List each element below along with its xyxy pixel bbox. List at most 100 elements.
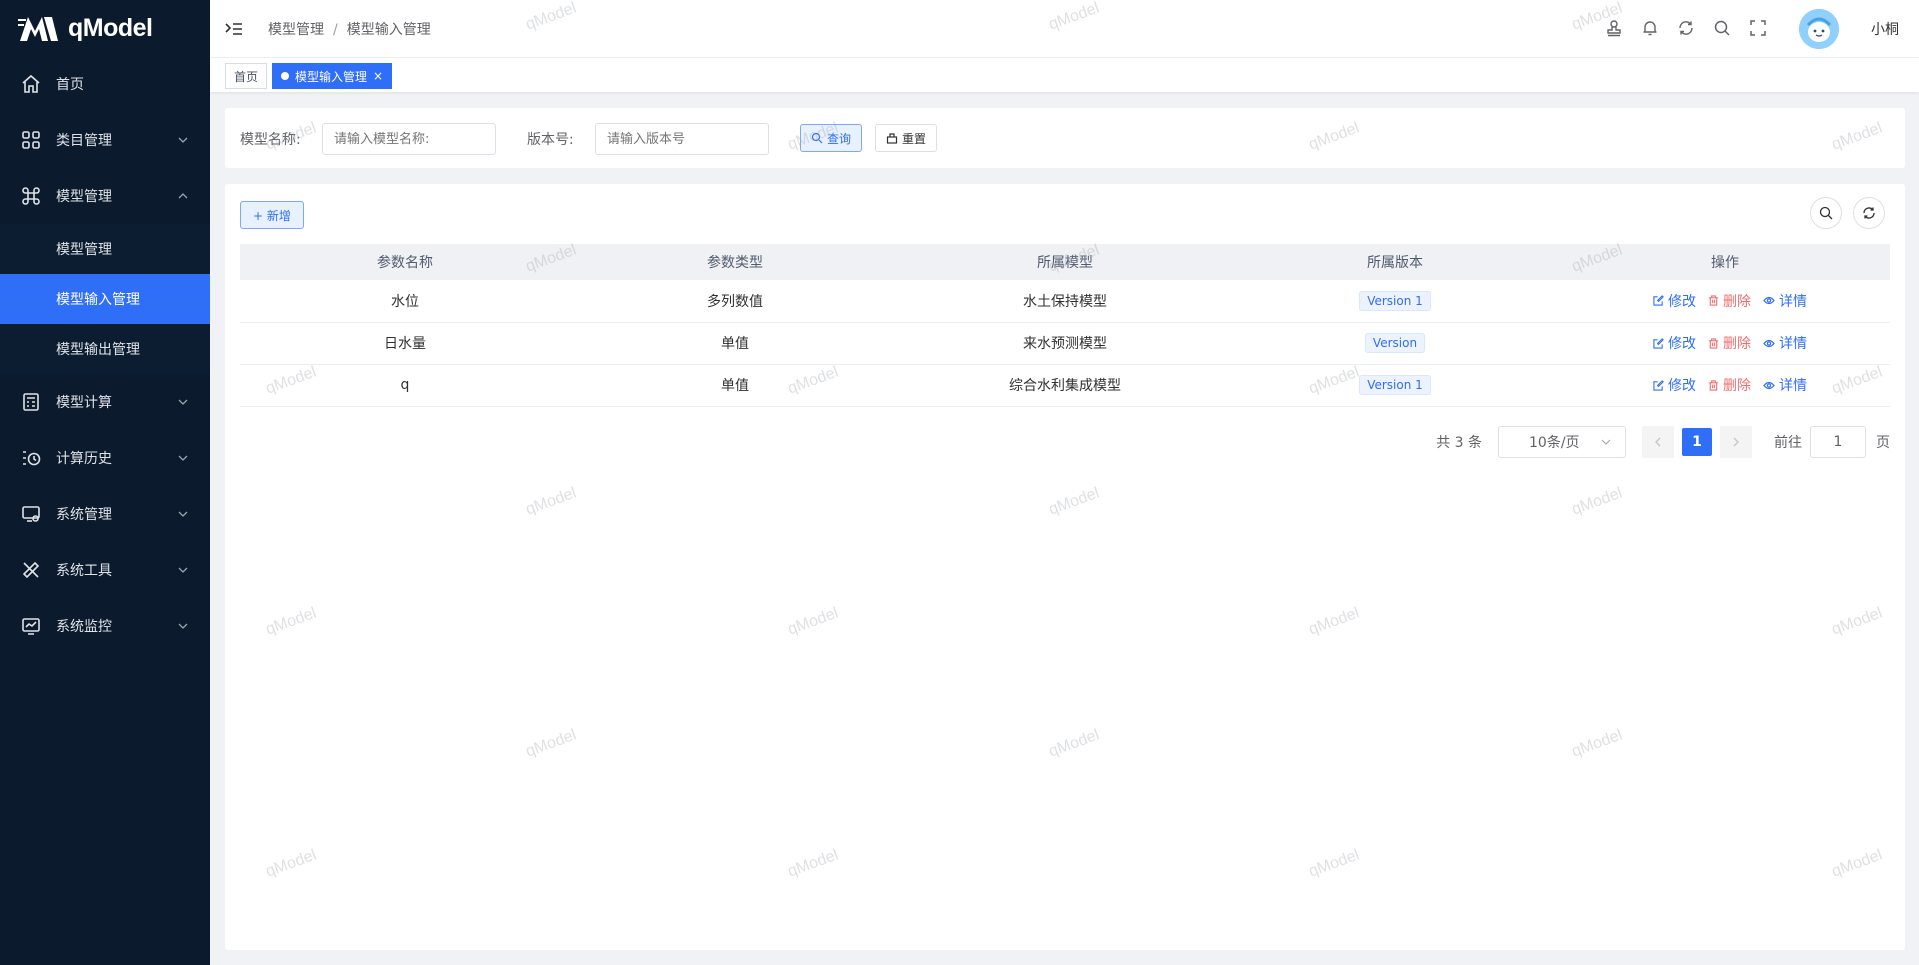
calculator-icon <box>20 391 42 413</box>
cell-type: 多列数值 <box>570 280 900 323</box>
refresh-icon[interactable] <box>1675 17 1697 39</box>
version-input[interactable] <box>595 123 769 155</box>
sidebar-item-label: 类目管理 <box>56 133 112 149</box>
detail-button[interactable]: 详情 <box>1763 375 1807 395</box>
query-button[interactable]: 查询 <box>800 124 863 152</box>
delete-button[interactable]: 删除 <box>1708 291 1751 311</box>
sidebar-item-tools[interactable]: 系统工具 <box>0 542 210 598</box>
search-icon <box>811 132 823 144</box>
page-number-current[interactable]: 1 <box>1682 428 1712 456</box>
sidebar-item-monitor[interactable]: 系统监控 <box>0 598 210 654</box>
active-dot-icon <box>281 72 289 80</box>
delete-button[interactable]: 删除 <box>1708 333 1751 353</box>
avatar[interactable] <box>1799 9 1839 49</box>
prev-page-button[interactable] <box>1642 426 1674 458</box>
model-name-input[interactable] <box>322 123 496 155</box>
edit-button[interactable]: 修改 <box>1653 375 1696 395</box>
sidebar-item-category[interactable]: 类目管理 <box>0 112 210 168</box>
tag-home[interactable]: 首页 <box>225 63 268 89</box>
delete-label: 删除 <box>1723 293 1751 310</box>
close-icon[interactable]: × <box>373 69 383 83</box>
table-header-row: 参数名称 参数类型 所属模型 所属版本 操作 <box>240 244 1890 280</box>
edit-button[interactable]: 修改 <box>1653 291 1696 311</box>
goto-label: 前往 <box>1774 435 1802 451</box>
model-name-label: 模型名称: <box>240 132 301 148</box>
page-size-select[interactable]: 10条/页 <box>1498 426 1626 458</box>
detail-button[interactable]: 详情 <box>1763 333 1807 353</box>
sidebar-item-home[interactable]: 首页 <box>0 56 210 112</box>
refresh-table-button[interactable] <box>1853 197 1885 229</box>
sidebar-subitem-model-output[interactable]: 模型输出管理 <box>0 324 210 374</box>
query-label: 查询 <box>827 131 852 146</box>
delete-label: 删除 <box>1723 378 1751 394</box>
version-tag: Version <box>1364 333 1426 353</box>
column-header: 参数名称 <box>240 244 570 280</box>
bell-icon[interactable] <box>1639 17 1661 39</box>
detail-label: 详情 <box>1779 378 1807 394</box>
eye-icon <box>1763 297 1775 305</box>
search-icon <box>1819 206 1833 220</box>
fullscreen-icon[interactable] <box>1747 17 1769 39</box>
detail-label: 详情 <box>1779 293 1807 310</box>
refresh-icon <box>1863 207 1875 219</box>
collapse-menu-icon[interactable] <box>224 19 244 39</box>
username[interactable]: 小桐 <box>1871 19 1899 39</box>
trash-icon <box>1708 295 1719 306</box>
goto-page-input[interactable]: 1 <box>1810 426 1866 458</box>
version-tag: Version 1 <box>1359 375 1431 395</box>
search-form: 模型名称: 版本号: 查询 重置 <box>225 108 1905 168</box>
chevron-down-icon <box>178 455 188 461</box>
stamp-icon[interactable] <box>1603 17 1625 39</box>
reset-button[interactable]: 重置 <box>875 124 938 152</box>
chevron-down-icon <box>178 623 188 629</box>
next-page-button[interactable] <box>1720 426 1752 458</box>
breadcrumb-item[interactable]: 模型管理 <box>268 22 324 38</box>
add-button[interactable]: + 新增 <box>240 201 304 229</box>
table-row: 日水量 单值 来水预测模型 Version 修改 删除 详情 <box>240 322 1890 365</box>
column-header: 参数类型 <box>570 244 900 280</box>
sidebar-subitem-model-manage[interactable]: 模型管理 <box>0 224 210 274</box>
edit-button[interactable]: 修改 <box>1653 333 1696 353</box>
delete-label: 删除 <box>1723 336 1751 352</box>
sidebar-item-label: 计算历史 <box>56 451 112 467</box>
table-row: q 单值 综合水利集成模型 Version 1 修改 删除 详情 <box>240 364 1890 407</box>
sidebar-item-history[interactable]: 计算历史 <box>0 430 210 486</box>
eye-icon <box>1763 339 1775 347</box>
cell-ops: 修改 删除 详情 <box>1560 322 1890 365</box>
search-icon[interactable] <box>1711 17 1733 39</box>
column-header: 操作 <box>1560 244 1890 280</box>
sidebar-item-compute[interactable]: 模型计算 <box>0 374 210 430</box>
tag-model-input[interactable]: 模型输入管理 × <box>272 63 393 89</box>
page-size-value: 10条/页 <box>1529 435 1580 451</box>
eye-icon <box>1763 381 1775 389</box>
total-count: 共 3 条 <box>1436 435 1482 451</box>
sidebar: qModel 首页 类目管理 模型管理 模型管理 模型输入管理 模型输出管理 模… <box>0 0 210 965</box>
cell-type: 单值 <box>570 364 900 407</box>
detail-button[interactable]: 详情 <box>1763 291 1807 311</box>
logo[interactable]: qModel <box>0 0 210 56</box>
breadcrumb: 模型管理 / 模型输入管理 <box>268 19 431 39</box>
sidebar-item-label: 首页 <box>56 77 84 93</box>
delete-button[interactable]: 删除 <box>1708 375 1751 395</box>
sidebar-subitem-model-input[interactable]: 模型输入管理 <box>0 274 210 324</box>
chevron-down-icon <box>178 511 188 517</box>
sidebar-item-system[interactable]: 系统管理 <box>0 486 210 542</box>
tools-icon <box>20 559 42 581</box>
cell-ops: 修改 删除 详情 <box>1560 280 1890 323</box>
toggle-search-button[interactable] <box>1810 197 1842 229</box>
tag-label: 首页 <box>234 69 259 84</box>
column-header: 所属模型 <box>900 244 1230 280</box>
command-icon <box>20 185 42 207</box>
cell-model: 来水预测模型 <box>900 322 1230 365</box>
chevron-right-icon <box>1733 437 1739 447</box>
breadcrumb-separator: / <box>333 22 338 38</box>
reset-icon <box>886 133 898 144</box>
grid-icon <box>20 129 42 151</box>
sidebar-item-model[interactable]: 模型管理 <box>0 168 210 224</box>
edit-icon <box>1653 379 1664 391</box>
page-suffix: 页 <box>1876 435 1890 451</box>
cell-version: Version <box>1230 322 1560 365</box>
pagination: 共 3 条 10条/页 1 前往 1 页 <box>1436 426 1890 458</box>
data-table: 参数名称 参数类型 所属模型 所属版本 操作 水位 多列数值 水土保持模型 Ve… <box>240 244 1890 407</box>
cell-model: 综合水利集成模型 <box>900 364 1230 407</box>
